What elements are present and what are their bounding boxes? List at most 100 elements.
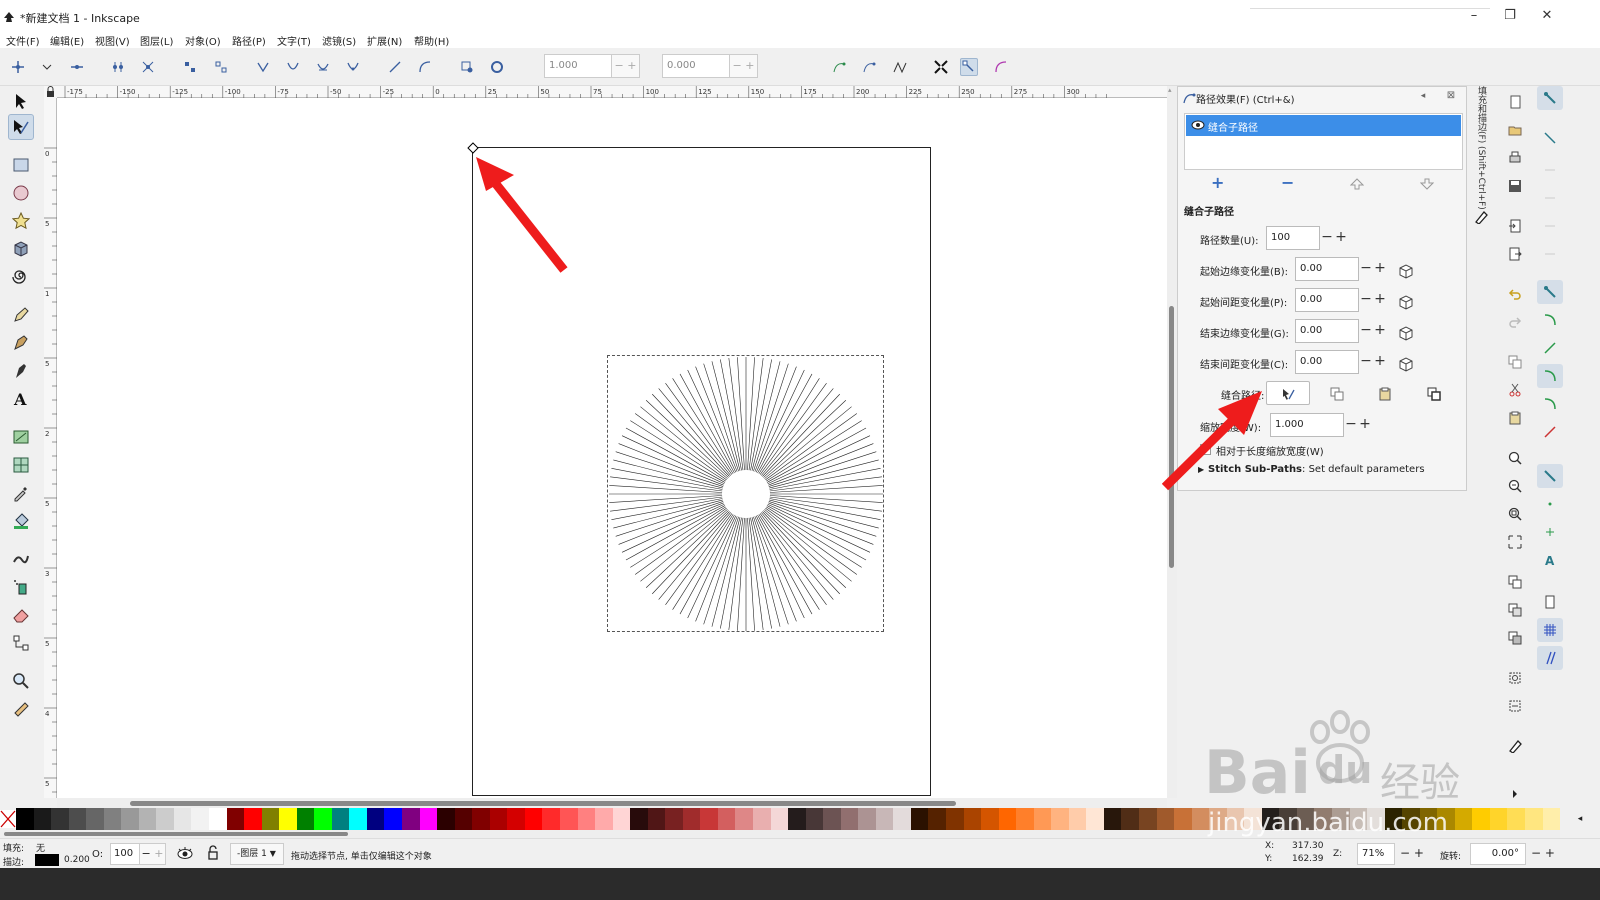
unlink-clone-icon[interactable] [1505,628,1525,648]
delete-segment-icon[interactable] [212,58,230,76]
palette-swatch[interactable] [1489,808,1508,830]
palette-swatch[interactable] [86,808,104,830]
remove-effect-button[interactable]: − [1281,175,1295,191]
path-count-decrement[interactable]: − [1320,226,1334,250]
node-smooth-icon[interactable] [284,58,302,76]
palette-swatch[interactable] [700,808,718,830]
palette-swatch[interactable] [682,808,701,830]
palette-swatch[interactable] [16,808,34,830]
snap-bbox-center-icon[interactable] [1537,238,1563,262]
new-document-icon[interactable] [1505,92,1525,112]
palette-swatch[interactable] [472,808,490,830]
palette-swatch[interactable] [1279,808,1297,830]
palette-menu-icon[interactable]: ◂ [1560,808,1600,830]
zoom-input[interactable]: 71% [1357,843,1395,865]
connector-tool-icon[interactable] [8,630,34,656]
horizontal-ruler[interactable]: -175 -150 -125 -100 -75 -50 -25 0 25 50 75 100 125 15… [57,86,1167,98]
palette-swatch[interactable] [595,808,613,830]
palette-swatch[interactable] [349,808,367,830]
palette-swatch[interactable] [1191,808,1210,830]
palette-swatch[interactable] [1174,808,1192,830]
segment-line-icon[interactable] [386,58,404,76]
palette-swatch[interactable] [402,808,420,830]
palette-swatch[interactable] [1121,808,1139,830]
calligraphy-tool-icon[interactable] [8,358,34,384]
palette-swatch[interactable] [1402,808,1420,830]
3d-box-tool-icon[interactable] [8,236,34,262]
palette-swatch[interactable] [1296,808,1315,830]
dock-close-icon[interactable]: ⊠ [1444,89,1458,103]
toggle-layer-lock-icon[interactable] [207,845,219,861]
save-icon[interactable] [1505,176,1525,196]
palette-swatch[interactable] [191,808,210,830]
spiral-tool-icon[interactable] [8,264,34,290]
palette-swatch[interactable] [875,808,894,830]
snap-path-intersections-icon[interactable] [1537,336,1563,360]
palette-swatch[interactable] [542,808,560,830]
palette-swatch[interactable] [1068,808,1087,830]
palette-swatch[interactable] [577,808,596,830]
path-count-increment[interactable]: + [1334,226,1348,250]
maximize-button[interactable]: ❐ [1500,8,1520,24]
snap-bbox-midpoint-icon[interactable] [1537,210,1563,234]
palette-swatch[interactable] [1349,808,1368,830]
scale-width-increment[interactable]: + [1358,413,1372,437]
snap-smooth-nodes-icon[interactable] [1537,392,1563,416]
object-to-path-icon[interactable] [458,58,476,76]
palette-swatch[interactable] [1209,808,1227,830]
dropper-tool-icon[interactable] [8,480,34,506]
start-spacing-decrement[interactable]: − [1359,288,1373,312]
palette-swatch[interactable] [717,808,736,830]
palette-swatch[interactable] [840,808,859,830]
zoom-stepper[interactable]: − + [1395,843,1429,865]
palette-swatch[interactable] [928,808,946,830]
start-edge-decrement[interactable]: − [1359,257,1373,281]
zoom-tool-icon[interactable] [8,668,34,694]
menu-view[interactable]: 视图(V) [95,33,130,48]
stroke-to-path-icon[interactable] [488,58,506,76]
palette-swatch[interactable] [1314,808,1333,830]
palette-swatch[interactable] [437,808,455,830]
opacity-input[interactable]: 100 [110,843,140,865]
star-tool-icon[interactable] [8,208,34,234]
toggle-layer-visibility-icon[interactable] [177,847,193,861]
move-effect-down-icon[interactable] [1420,178,1434,190]
snap-page-border-icon[interactable] [1537,590,1563,614]
opacity-stepper[interactable]: − + [140,843,166,865]
tweak-tool-icon[interactable] [8,546,34,572]
node-auto-smooth-icon[interactable] [344,58,362,76]
y-stepper[interactable]: − + [730,54,758,78]
start-spacing-increment[interactable]: + [1373,288,1387,312]
randomize-start-edge-icon[interactable] [1398,263,1414,279]
link-path-icon[interactable] [1427,387,1441,401]
horizontal-scroll-thumb[interactable] [130,801,956,806]
show-transform-handles-icon[interactable] [932,58,950,76]
palette-swatch[interactable] [1086,808,1104,830]
dock-iconify-icon[interactable]: ◂ [1416,89,1430,103]
print-icon[interactable] [1505,148,1525,168]
zoom-drawing-icon[interactable] [1505,476,1525,496]
randomize-end-edge-icon[interactable] [1398,325,1414,341]
start-edge-increment[interactable]: + [1373,257,1387,281]
color-palette[interactable] [0,808,1561,830]
palette-swatch[interactable] [314,808,332,830]
palette-swatch[interactable] [1261,808,1280,830]
palette-swatch[interactable] [858,808,876,830]
palette-swatch[interactable] [209,808,227,830]
snap-cusp-nodes-icon[interactable] [1537,364,1563,388]
segment-curve-icon[interactable] [416,58,434,76]
palette-swatch[interactable] [524,808,543,830]
show-outline-icon[interactable] [992,58,1010,76]
palette-swatch[interactable] [121,808,139,830]
palette-swatch[interactable] [665,808,683,830]
insert-node-icon[interactable] [9,58,27,76]
palette-swatch[interactable] [1472,808,1490,830]
palette-swatch[interactable] [489,808,508,830]
show-clipping-icon[interactable] [830,58,848,76]
scale-width-input[interactable]: 1.000 [1270,413,1344,437]
add-effect-button[interactable]: + [1211,175,1225,191]
snap-nodes-icon[interactable] [1537,280,1563,304]
snap-toggle-icon[interactable] [1537,86,1563,110]
show-lpe-icon[interactable] [891,58,909,76]
start-spacing-input[interactable]: 0.00 [1295,288,1359,312]
